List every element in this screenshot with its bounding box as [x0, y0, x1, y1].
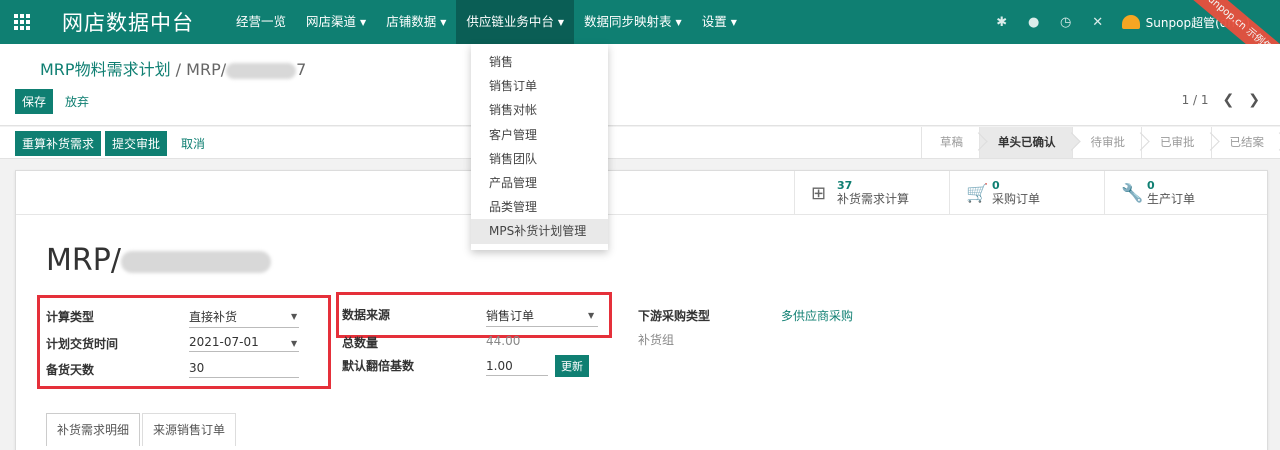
dropdown-item-categories[interactable]: 品类管理 [471, 195, 608, 219]
total-qty-value: 44.00 [486, 334, 521, 348]
discard-button[interactable]: 放弃 [65, 93, 89, 110]
caret-down-icon: ▼ [675, 17, 682, 27]
notebook-tabs: 补货需求明细 来源销售订单 [46, 413, 238, 446]
menu-supply-chain[interactable]: 供应链业务中台 ▼ [456, 0, 575, 44]
dropdown-item-sales[interactable]: 销售 [471, 50, 608, 74]
top-navbar: 网店数据中台 经营一览 网店渠道 ▼ 店铺数据 ▼ 供应链业务中台 ▼ 数据同步映射表… [0, 0, 1280, 86]
stage-approved[interactable]: 已审批 [1141, 127, 1211, 158]
cancel-button[interactable]: 取消 [181, 135, 205, 152]
user-avatar [1121, 15, 1140, 29]
smart-button-production[interactable]: 🔧 0 生产订单 [1104, 171, 1267, 215]
blurred-text [226, 62, 297, 79]
calc-type-label: 计算类型 [46, 310, 95, 324]
bug-icon[interactable]: ✱ [986, 15, 1018, 30]
downstream-value[interactable]: 多供应商采购 [781, 307, 853, 324]
header-actions: 重算补货需求 提交审批 取消 [15, 131, 205, 156]
breadcrumb: MRP物料需求计划 / MRP/7 [40, 60, 307, 79]
chat-icon[interactable]: ● [1018, 15, 1050, 30]
menu-shop-data[interactable]: 店铺数据 ▼ [376, 0, 456, 44]
stage-closed[interactable]: 已结案 [1210, 127, 1280, 158]
status-bar: 重算补货需求 提交审批 取消 草稿 单头已确认 待审批 已审批 已结案 [0, 127, 1280, 159]
menu-settings[interactable]: 设置 ▼ [692, 0, 747, 44]
replenish-group-label: 补货组 [638, 333, 675, 347]
breadcrumb-parent[interactable]: MRP物料需求计划 [40, 60, 171, 79]
dropdown-item-reconciliation[interactable]: 销售对帐 [471, 98, 608, 122]
clock-icon[interactable]: ◷ [1050, 15, 1082, 30]
smart-button-purchase[interactable]: 🛒 0 采购订单 [949, 171, 1104, 215]
downstream-label: 下游采购类型 [638, 309, 711, 323]
recompute-button[interactable]: 重算补货需求 [15, 131, 102, 156]
stock-days-label: 备货天数 [46, 363, 95, 377]
pager: 1 / 1 ❮ ❯ [1182, 92, 1260, 108]
stage-confirmed[interactable]: 单头已确认 [979, 127, 1072, 158]
cart-icon: 🛒 [966, 182, 989, 204]
data-source-select[interactable]: 销售订单 [486, 307, 598, 327]
main-menu: 经营一览 网店渠道 ▼ 店铺数据 ▼ 供应链业务中台 ▼ 数据同步映射表 ▼ 设置 ▼ [226, 0, 747, 44]
menu-shop-channels[interactable]: 网店渠道 ▼ [296, 0, 376, 44]
dropdown-item-sales-team[interactable]: 销售团队 [471, 147, 608, 171]
control-panel: MRP物料需求计划 / MRP/7 保存 放弃 1 / 1 ❮ ❯ [0, 44, 1280, 126]
multiple-label: 默认翻倍基数 [342, 359, 415, 373]
multiple-input[interactable]: 1.00 [486, 359, 548, 376]
submit-approval-button[interactable]: 提交审批 [105, 131, 168, 156]
form-sheet: ⊞ 37 补货需求计算 🛒 0 采购订单 🔧 0 生产订单 MRP/ 计算类型 直接补… [15, 170, 1268, 450]
tab-source-sales-orders[interactable]: 来源销售订单 [142, 413, 237, 446]
apps-grid-icon[interactable] [0, 0, 44, 44]
dropdown-item-customers[interactable]: 客户管理 [471, 123, 608, 147]
caret-down-icon: ▼ [440, 17, 447, 27]
save-button[interactable]: 保存 [15, 89, 54, 114]
date-caret-icon: ▼ [291, 339, 298, 348]
brand-title: 网店数据中台 [62, 11, 194, 35]
smart-button-bar: ⊞ 37 补货需求计算 🛒 0 采购订单 🔧 0 生产订单 [16, 171, 1267, 215]
smart-button-replenish[interactable]: ⊞ 37 补货需求计算 [794, 171, 949, 215]
form-buttons: 保存 放弃 [15, 89, 89, 114]
stage-bar: 草稿 单头已确认 待审批 已审批 已结案 [921, 127, 1280, 158]
stage-draft[interactable]: 草稿 [921, 127, 979, 158]
tools-icon[interactable]: ✕ [1082, 15, 1114, 30]
blurred-text [120, 250, 271, 273]
select-caret-icon: ▼ [291, 312, 298, 321]
dropdown-item-mps[interactable]: MPS补货计划管理 [471, 219, 608, 244]
dropdown-item-sales-orders[interactable]: 销售订单 [471, 74, 608, 98]
stock-days-input[interactable]: 30 [189, 361, 299, 378]
caret-down-icon: ▼ [557, 17, 565, 27]
menu-data-sync[interactable]: 数据同步映射表 ▼ [574, 0, 692, 44]
chevron-left-icon[interactable]: ❮ [1223, 92, 1235, 108]
stage-pending[interactable]: 待审批 [1071, 127, 1142, 158]
caret-down-icon: ▼ [730, 17, 737, 27]
caret-down-icon: ▼ [360, 17, 367, 27]
wrench-icon: 🔧 [1121, 182, 1144, 204]
select-caret-icon: ▼ [588, 311, 595, 320]
update-button[interactable]: 更新 [555, 355, 589, 377]
data-source-label: 数据来源 [342, 308, 391, 322]
plan-date-label: 计划交货时间 [46, 337, 119, 351]
plan-date-input[interactable]: 2021-07-01 [189, 335, 299, 352]
chevron-right-icon[interactable]: ❯ [1248, 92, 1260, 108]
supply-chain-dropdown: 销售 销售订单 销售对帐 客户管理 销售团队 产品管理 品类管理 MPS补货计划… [471, 44, 608, 250]
total-qty-label: 总数量 [342, 336, 379, 350]
pager-value: 1 / 1 [1181, 93, 1209, 107]
menu-overview[interactable]: 经营一览 [226, 0, 296, 44]
tab-replenish-detail[interactable]: 补货需求明细 [46, 413, 141, 446]
calc-type-select[interactable]: 直接补货 [189, 308, 299, 328]
record-title: MRP/ [46, 243, 271, 278]
dropdown-item-products[interactable]: 产品管理 [471, 171, 608, 195]
calendar-plus-icon: ⊞ [811, 182, 827, 204]
